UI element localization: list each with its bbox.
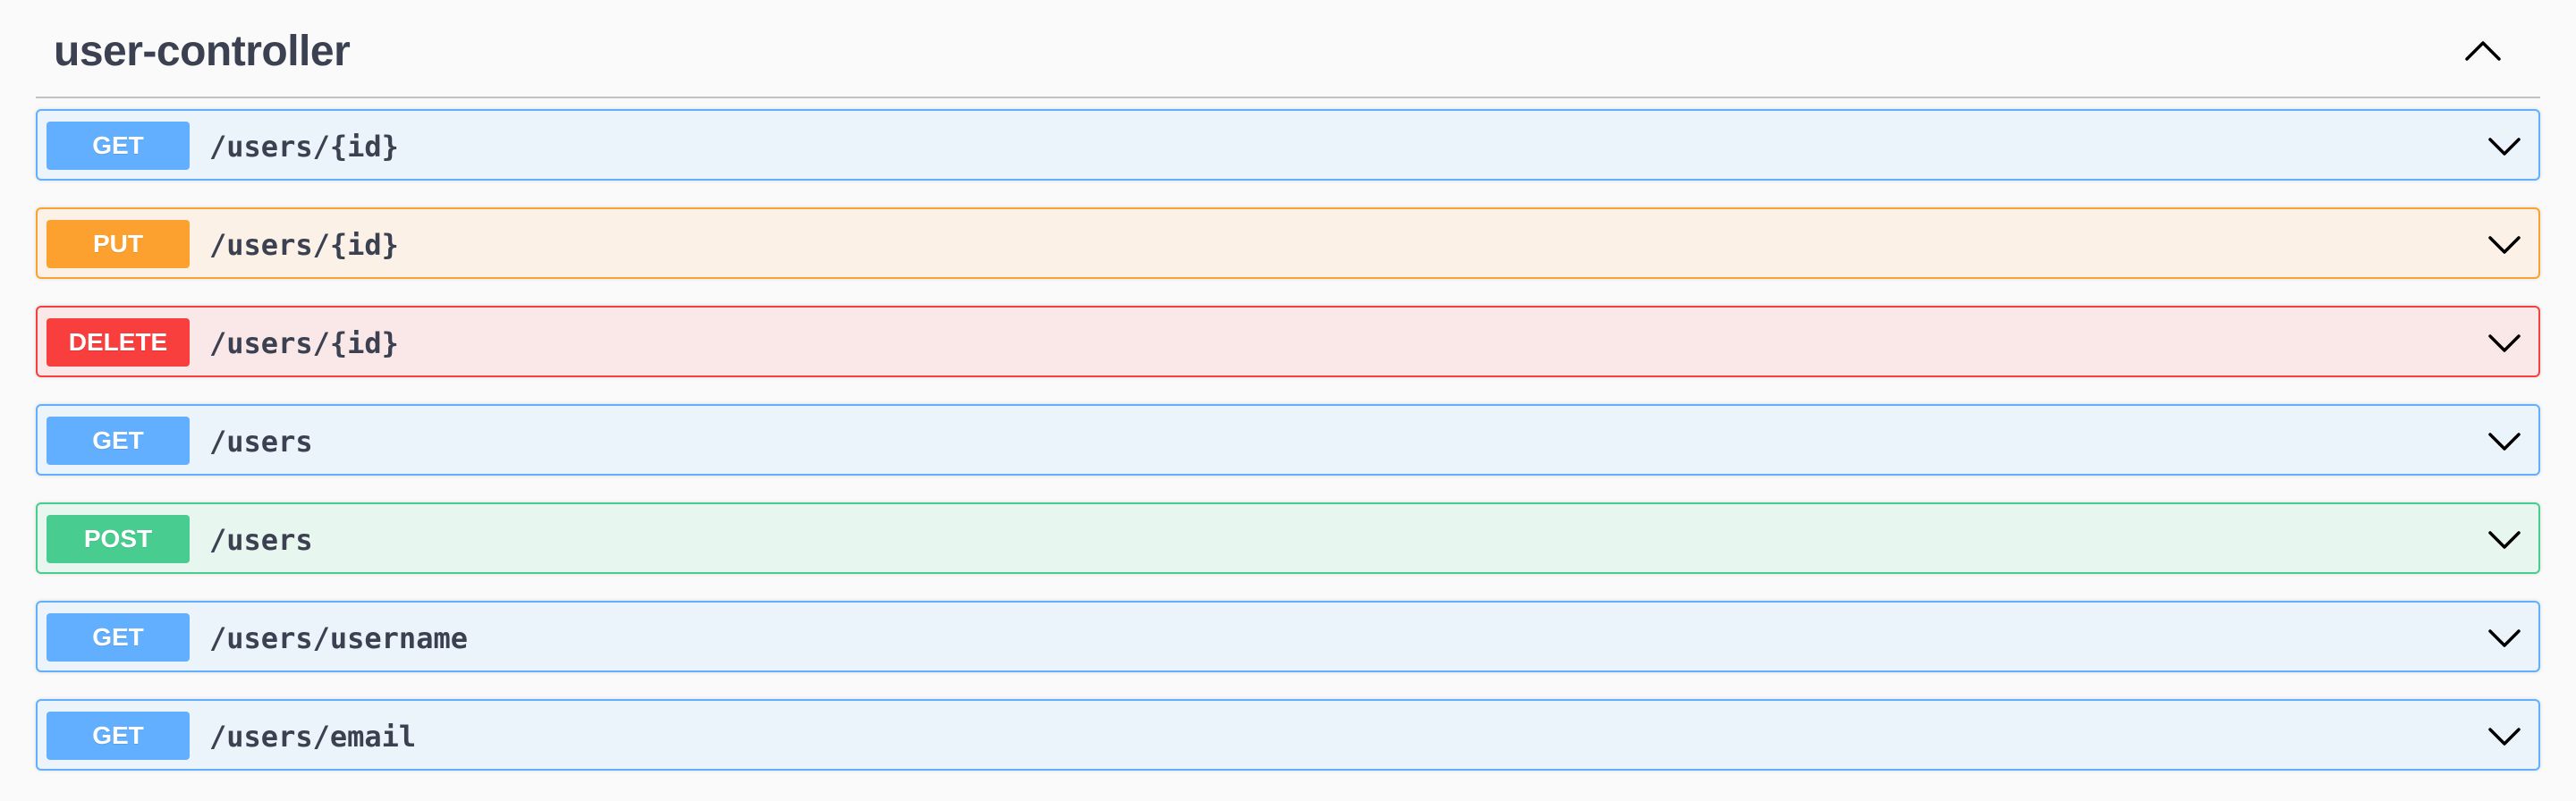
tag-title[interactable]: user-controller [54,27,351,76]
operation-get-users-username[interactable]: GET /users/username [36,601,2540,672]
method-badge: GET [47,712,190,760]
method-badge: GET [47,122,190,170]
operation-put-users-id[interactable]: PUT /users/{id} [36,207,2540,279]
method-badge: PUT [47,220,190,268]
chevron-up-icon[interactable] [2462,34,2504,66]
operation-path[interactable]: /users [209,426,313,458]
operation-post-users[interactable]: POST /users [36,502,2540,574]
method-badge: GET [47,417,190,465]
tag-section-user-controller: user-controller GET /users/{id} PUT /use… [36,0,2540,771]
operation-get-users[interactable]: GET /users [36,404,2540,476]
method-badge: POST [47,515,190,563]
chevron-down-icon[interactable] [2487,132,2522,159]
operation-path[interactable]: /users/username [209,622,468,654]
operation-delete-users-id[interactable]: DELETE /users/{id} [36,306,2540,377]
operations-list: GET /users/{id} PUT /users/{id} DELETE /… [36,109,2540,797]
chevron-down-icon[interactable] [2487,722,2522,749]
method-badge: GET [47,613,190,662]
chevron-down-icon[interactable] [2487,526,2522,552]
operation-get-users-email[interactable]: GET /users/email [36,699,2540,771]
chevron-down-icon[interactable] [2487,624,2522,651]
operation-path[interactable]: /users/{id} [209,327,399,359]
operation-path[interactable]: /users/{id} [209,229,399,261]
operation-path[interactable]: /users [209,524,313,556]
operation-path[interactable]: /users/email [209,721,416,753]
chevron-down-icon[interactable] [2487,329,2522,356]
chevron-down-icon[interactable] [2487,231,2522,257]
operation-path[interactable]: /users/{id} [209,131,399,163]
tag-header[interactable]: user-controller [36,0,2540,98]
method-badge: DELETE [47,318,190,367]
chevron-down-icon[interactable] [2487,427,2522,454]
operation-get-users-id[interactable]: GET /users/{id} [36,109,2540,181]
